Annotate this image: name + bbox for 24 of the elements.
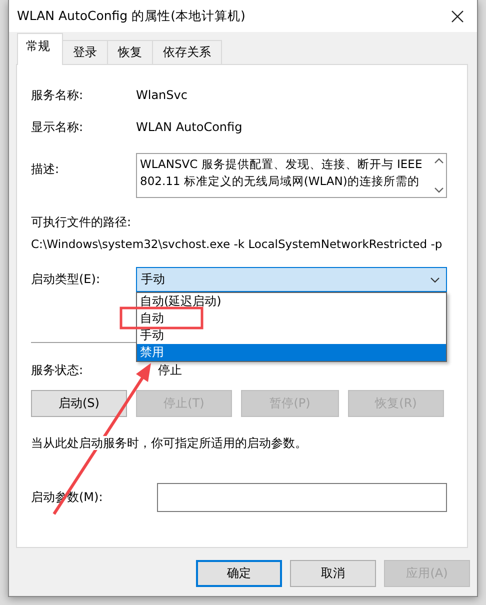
window-title: WLAN AutoConfig 的属性(本地计算机) <box>17 8 246 24</box>
field-label: 服务状态: <box>31 362 84 378</box>
tab[interactable]: 依存关系 <box>152 40 222 64</box>
field-label: 启动类型(E): <box>31 271 101 288</box>
dialog-button[interactable]: 确定 <box>196 560 282 587</box>
field-value: WlanSvc <box>136 88 188 102</box>
status-value: 停止 <box>158 362 182 378</box>
service-button[interactable]: 启动(S) <box>31 390 127 417</box>
field-label: 可执行文件的路径: <box>31 215 132 229</box>
field-value: WLAN AutoConfig <box>136 120 242 134</box>
dropdown-option[interactable]: 手动 <box>137 327 446 344</box>
dropdown-option[interactable]: 自动 <box>137 310 446 327</box>
description-line: 802.11 标准定义的无线局域网(WLAN)的连接所需的 <box>140 173 420 190</box>
description-box[interactable]: WLANSVC 服务提供配置、发现、连接、断开与 IEEE 802.11 标准定义的无线局域网(WLAN)的连接所需的 <box>136 153 447 198</box>
path-value: C:\Windows\system32\svchost.exe -k LocalSystemNetworkRestricted -p <box>31 237 444 251</box>
dropdown-option[interactable]: 自动(延迟启动) <box>137 293 446 310</box>
dialog-button[interactable]: 取消 <box>290 560 376 587</box>
tab[interactable]: 常规 <box>17 33 63 65</box>
field-label: 描述: <box>31 161 60 178</box>
dropdown-option[interactable]: 禁用 <box>137 344 446 361</box>
field-label: 显示名称: <box>31 118 84 136</box>
field-label: 服务名称: <box>31 86 84 104</box>
startup-type-dropdown[interactable]: 手动 <box>136 267 447 292</box>
description-line: WLANSVC 服务提供配置、发现、连接、断开与 IEEE <box>140 156 424 173</box>
